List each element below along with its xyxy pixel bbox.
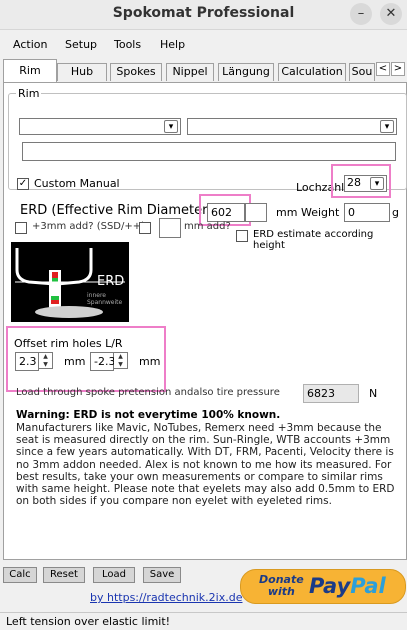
donate-text: Donate with (259, 573, 304, 598)
custom-manual-checkbox[interactable]: ✓ (17, 178, 29, 190)
offset-left-stepper[interactable]: ▲ ▼ (39, 352, 53, 369)
chevron-down-icon: ▾ (164, 120, 178, 133)
manufacturer-select[interactable]: ▾ (19, 118, 181, 135)
rim-description-field[interactable] (22, 142, 396, 161)
status-text: Left tension over elastic limit! (6, 615, 171, 628)
credit-link[interactable]: by https://radtechnik.2ix.de (90, 591, 242, 604)
close-button[interactable]: ✕ (380, 3, 402, 25)
chevron-down-icon: ▾ (370, 177, 384, 190)
menu-setup[interactable]: Setup (65, 38, 97, 51)
rim-group-label: Rim (16, 87, 42, 100)
menu-bar: Action Setup Tools Help (0, 35, 407, 55)
weight-input[interactable]: 0 (344, 203, 390, 222)
offset-right-unit: mm (139, 355, 161, 368)
erd-label: ERD (Effective Rim Diameter) (20, 203, 213, 218)
warning-title: Warning: ERD is not everytime 100% known… (16, 409, 281, 421)
custom-manual-label: Custom Manual (34, 177, 120, 190)
tab-scroll-right[interactable]: > (391, 62, 405, 76)
offset-right-stepper[interactable]: ▲ ▼ (114, 352, 128, 369)
calc-button[interactable]: Calc (3, 567, 37, 583)
mm-add-checkbox[interactable] (139, 222, 151, 234)
add3mm-checkbox[interactable] (15, 222, 27, 234)
tab-sound[interactable]: Sou (349, 63, 375, 81)
erd-diagram-label: ERD (97, 274, 125, 289)
weight-unit: g (392, 206, 399, 219)
rim-model-select[interactable]: ▾ (187, 118, 397, 135)
offset-label: Offset rim holes L/R (14, 337, 123, 350)
tab-hub[interactable]: Hub (57, 63, 107, 81)
paypal-logo: PayPal (309, 574, 386, 598)
tab-rim[interactable]: Rim (3, 59, 57, 82)
load-label: Load through spoke pretension andalso ti… (16, 387, 280, 398)
weight-label: Weight (301, 206, 340, 219)
offset-right-input[interactable]: -2.3 (90, 352, 115, 371)
tab-strip: Rim Hub Spokes Nippel Längung Calculatio… (0, 59, 407, 83)
erd-input[interactable]: 602 (207, 203, 245, 222)
mm-add-input[interactable] (159, 218, 181, 238)
chevron-down-icon: ▾ (380, 120, 394, 133)
window-title: Spokomat Professional (112, 5, 295, 21)
reset-button[interactable]: Reset (43, 567, 85, 583)
load-value: 6823 (303, 384, 359, 403)
load-unit: N (369, 387, 378, 400)
mm-add-label: mm add? (184, 221, 231, 232)
tab-calculation[interactable]: Calculation (278, 63, 346, 81)
tab-scroll-left[interactable]: < (376, 62, 390, 76)
menu-help[interactable]: Help (160, 38, 185, 51)
load-button[interactable]: Load (93, 567, 135, 583)
add3mm-label: +3mm add? (SSD/++) (32, 221, 146, 232)
tab-spokes[interactable]: Spokes (110, 63, 162, 81)
erd-diagram: ERD innere Spannweite (11, 242, 129, 322)
erd-unit: mm (276, 206, 298, 219)
title-bar: Spokomat Professional – ✕ (0, 0, 407, 30)
erd-estimate-label: ERD estimate according height (253, 229, 374, 251)
minimize-button[interactable]: – (350, 3, 372, 25)
menu-tools[interactable]: Tools (114, 38, 141, 51)
lochzahl-select[interactable]: 28 ▾ (344, 175, 387, 192)
offset-left-input[interactable]: 2.3 (15, 352, 39, 371)
warning-text: Manufacturers like Mavic, NoTubes, Remer… (16, 422, 395, 508)
offset-left-unit: mm (64, 355, 86, 368)
menu-action[interactable]: Action (13, 38, 47, 51)
erd-estimate-checkbox[interactable] (236, 230, 248, 242)
erd-extra-input[interactable] (245, 203, 267, 222)
paypal-donate-button[interactable]: Donate with PayPal (240, 569, 406, 604)
status-bar: Left tension over elastic limit! (0, 612, 407, 630)
tab-laengung[interactable]: Längung (218, 63, 274, 81)
erd-diagram-sublabel: innere Spannweite (87, 292, 123, 306)
tab-nippel[interactable]: Nippel (166, 63, 214, 81)
save-button[interactable]: Save (143, 567, 181, 583)
